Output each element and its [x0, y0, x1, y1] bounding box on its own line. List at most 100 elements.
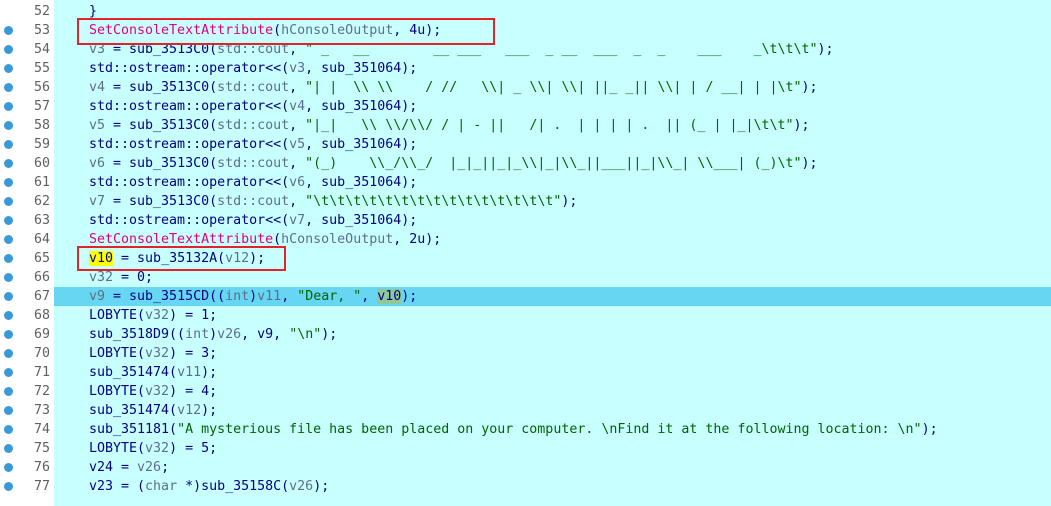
breakpoint-dot-icon[interactable]	[4, 387, 13, 396]
code-text[interactable]: v23 = (char *)sub_35158C(v26);	[89, 477, 329, 496]
line-number: 53	[33, 23, 50, 38]
code-text[interactable]: v24 = v26;	[89, 458, 169, 477]
code-text[interactable]: LOBYTE(v32) = 1;	[89, 306, 217, 325]
token: ,	[289, 194, 306, 209]
token: , 2u);	[393, 232, 442, 247]
code-line[interactable]: 62 v7 = sub_3513C0(std::cout, "\t\t\t\t\t…	[0, 192, 1051, 211]
line-number: 56	[33, 80, 50, 95]
breakpoint-dot-icon[interactable]	[4, 216, 13, 225]
code-line[interactable]: 55 std::ostream::operator<<(v3, sub_35106…	[0, 59, 1051, 78]
line-number: 65	[33, 251, 50, 266]
code-text[interactable]: sub_3518D9((int)v26, v9, "\n");	[89, 325, 337, 344]
token: );	[401, 289, 418, 304]
breakpoint-dot-icon[interactable]	[4, 159, 13, 168]
code-line[interactable]: 73 sub_351474(v12);	[0, 401, 1051, 420]
code-line[interactable]: 68 LOBYTE(v32) = 1;	[0, 306, 1051, 325]
token: v23 = (	[89, 479, 146, 494]
code-text[interactable]: v4 = sub_3513C0(std::cout, "| | \\ \\ / …	[89, 78, 818, 97]
code-line[interactable]: 67 v9 = sub_3515CD((int)v11, "Dear, ", v1…	[4, 287, 1051, 306]
code-line[interactable]: 76 v24 = v26;	[0, 458, 1051, 477]
token: std::ostream::operator<<(	[89, 99, 290, 114]
code-line[interactable]: 74 sub_351181("A mysterious file has been…	[0, 420, 1051, 439]
code-line[interactable]: 58 v5 = sub_3513C0(std::cout, "|_| \\ \\/…	[0, 116, 1051, 135]
code-line[interactable]: 60 v6 = sub_3513C0(std::cout, "(_) \\_/\\…	[0, 154, 1051, 173]
code-text[interactable]: std::ostream::operator<<(v5, sub_351064)…	[89, 135, 417, 154]
breakpoint-dot-icon[interactable]	[4, 64, 13, 73]
decompiler-view[interactable]: 52} 53 SetConsoleTextAttribute(hConsoleOut…	[0, 0, 1051, 506]
breakpoint-dot-icon[interactable]	[4, 482, 13, 491]
line-number: 75	[33, 441, 50, 456]
annotation-box-line-53	[77, 18, 495, 45]
token: std::ostream::operator<<(	[89, 175, 290, 190]
code-line[interactable]: 75 LOBYTE(v32) = 5;	[0, 439, 1051, 458]
breakpoint-dot-icon[interactable]	[4, 368, 13, 377]
breakpoint-dot-icon[interactable]	[4, 406, 13, 415]
code-text[interactable]: std::ostream::operator<<(v7, sub_351064)…	[89, 211, 417, 230]
token: sub_351474(	[89, 365, 178, 380]
breakpoint-dot-icon[interactable]	[4, 140, 13, 149]
code-line[interactable]: 59 std::ostream::operator<<(v5, sub_35106…	[0, 135, 1051, 154]
token: = sub_3513C0(	[105, 156, 218, 171]
breakpoint-dot-icon[interactable]	[4, 349, 13, 358]
code-text[interactable]: LOBYTE(v32) = 4;	[89, 382, 217, 401]
line-number: 70	[33, 346, 50, 361]
breakpoint-dot-icon[interactable]	[4, 292, 13, 301]
code-line[interactable]: 71 sub_351474(v11);	[0, 363, 1051, 382]
token: );	[793, 118, 810, 133]
code-line[interactable]: 70 LOBYTE(v32) = 3;	[0, 344, 1051, 363]
code-line[interactable]: 56 v4 = sub_3513C0(std::cout, "| | \\ \\ …	[0, 78, 1051, 97]
breakpoint-dot-icon[interactable]	[4, 83, 13, 92]
token: = 0;	[113, 270, 154, 285]
code-line[interactable]: 57 std::ostream::operator<<(v4, sub_35106…	[0, 97, 1051, 116]
token: , sub_351064);	[305, 99, 418, 114]
breakpoint-dot-icon[interactable]	[4, 425, 13, 434]
token: SetConsoleTextAttribute	[89, 232, 274, 247]
breakpoint-dot-icon[interactable]	[4, 197, 13, 206]
token: = sub_3515CD((	[105, 289, 226, 304]
breakpoint-dot-icon[interactable]	[4, 45, 13, 54]
line-number: 54	[33, 42, 50, 57]
token: );	[321, 327, 338, 342]
code-line[interactable]: 61 std::ostream::operator<<(v6, sub_35106…	[0, 173, 1051, 192]
code-text[interactable]: v6 = sub_3513C0(std::cout, "(_) \\_/\\_/…	[89, 154, 818, 173]
breakpoint-dot-icon[interactable]	[4, 330, 13, 339]
breakpoint-dot-icon[interactable]	[4, 254, 13, 263]
code-text[interactable]: v9 = sub_3515CD((int)v11, "Dear, ", v10)…	[89, 287, 417, 306]
code-line[interactable]: 77 v23 = (char *)sub_35158C(v26);	[0, 477, 1051, 496]
code-text[interactable]: v7 = sub_3513C0(std::cout, "\t\t\t\t\t\t…	[89, 192, 577, 211]
token: );	[921, 422, 938, 437]
code-line[interactable]: 63 std::ostream::operator<<(v7, sub_35106…	[0, 211, 1051, 230]
code-line[interactable]: 69 sub_3518D9((int)v26, v9, "\n");	[0, 325, 1051, 344]
code-text[interactable]: std::ostream::operator<<(v6, sub_351064)…	[89, 173, 417, 192]
code-text[interactable]: LOBYTE(v32) = 5;	[89, 439, 217, 458]
token: "|_| \\ \\/\\/ / | - || /| . | | | | . |…	[305, 118, 794, 133]
breakpoint-dot-icon[interactable]	[4, 235, 13, 244]
token: std::cout	[217, 156, 290, 171]
code-text[interactable]: LOBYTE(v32) = 3;	[89, 344, 217, 363]
code-text[interactable]: sub_351181("A mysterious file has been p…	[89, 420, 938, 439]
token: sub_351474(	[89, 403, 178, 418]
token: v12	[177, 403, 202, 418]
token: );	[801, 156, 818, 171]
breakpoint-dot-icon[interactable]	[4, 178, 13, 187]
line-number: 60	[33, 156, 50, 171]
breakpoint-dot-icon[interactable]	[4, 26, 13, 35]
code-text[interactable]: std::ostream::operator<<(v4, sub_351064)…	[89, 97, 417, 116]
line-number: 71	[33, 365, 50, 380]
breakpoint-dot-icon[interactable]	[4, 121, 13, 130]
token: int	[225, 289, 250, 304]
breakpoint-dot-icon[interactable]	[4, 273, 13, 282]
code-text[interactable]: sub_351474(v11);	[89, 363, 217, 382]
token: v26	[217, 327, 242, 342]
token: , v9,	[241, 327, 290, 342]
token: ,	[289, 118, 306, 133]
code-text[interactable]: sub_351474(v12);	[89, 401, 217, 420]
breakpoint-dot-icon[interactable]	[4, 444, 13, 453]
breakpoint-dot-icon[interactable]	[4, 463, 13, 472]
code-line[interactable]: 72 LOBYTE(v32) = 4;	[0, 382, 1051, 401]
breakpoint-dot-icon[interactable]	[4, 311, 13, 320]
token: "Dear, "	[297, 289, 362, 304]
code-text[interactable]: v5 = sub_3513C0(std::cout, "|_| \\ \\/\\…	[89, 116, 810, 135]
breakpoint-dot-icon[interactable]	[4, 102, 13, 111]
code-text[interactable]: std::ostream::operator<<(v3, sub_351064)…	[89, 59, 417, 78]
